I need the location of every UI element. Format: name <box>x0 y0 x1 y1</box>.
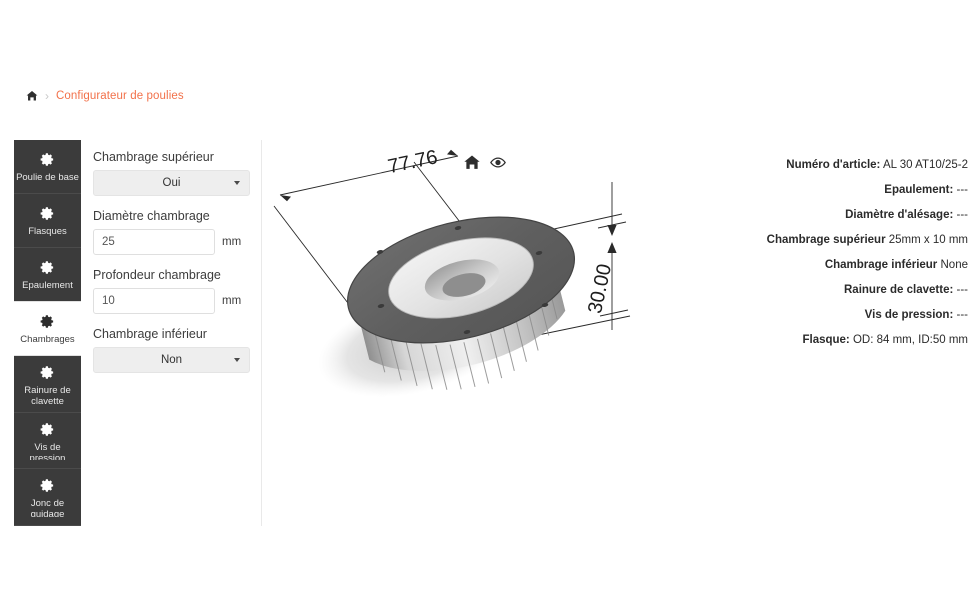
info-value: 25mm x 10 mm <box>888 234 968 246</box>
gear-icon <box>40 422 55 437</box>
sidebar-item-label: Epaulement <box>22 279 73 291</box>
gear-icon <box>40 365 55 380</box>
sidebar-item-label: Jonc de guidage <box>30 498 65 518</box>
field-label: Chambrage supérieur <box>93 150 214 164</box>
field-label: Chambrage inférieur <box>93 327 207 341</box>
diametre-chambrage-input[interactable] <box>93 229 215 255</box>
home-icon[interactable] <box>464 154 481 171</box>
chambrage-inferieur-select[interactable]: Non <box>93 347 250 373</box>
sidebar-item-label: Poulie de base <box>16 171 79 183</box>
configurator-app: Poulie de base Flasques Epaulement Chamb… <box>14 140 970 526</box>
sidebar: Poulie de base Flasques Epaulement Chamb… <box>14 140 81 526</box>
chambrage-superieur-select[interactable]: Oui <box>93 170 250 196</box>
profondeur-chambrage-input[interactable] <box>93 288 215 314</box>
sidebar-item-jonc-de-guidage[interactable]: Jonc de guidage <box>14 469 81 526</box>
select-value: Oui <box>162 177 181 189</box>
sidebar-item-flasques[interactable]: Flasques <box>14 194 81 248</box>
sidebar-item-vis-de-pression[interactable]: Vis de pression <box>14 412 81 470</box>
field-chambrage-inferieur: Chambrage inférieur Non <box>93 327 250 373</box>
info-label: Epaulement: <box>884 184 954 196</box>
sidebar-item-chambrages[interactable]: Chambrages <box>14 302 81 356</box>
sidebar-item-rainure-de-clavette[interactable]: Rainure de clavette <box>14 356 81 413</box>
info-line-numero-article: Numéro d'article: AL 30 AT10/25-2 <box>708 158 970 172</box>
info-label: Numéro d'article: <box>786 159 881 171</box>
eye-icon[interactable] <box>490 154 507 171</box>
field-label: Profondeur chambrage <box>93 268 221 282</box>
dimension-height-label: 30.00 <box>584 262 616 316</box>
info-line-vis-de-pression: Vis de pression: --- <box>708 308 970 322</box>
info-label: Flasque: <box>802 334 850 346</box>
info-value: AL 30 AT10/25-2 <box>882 159 968 171</box>
info-value: --- <box>956 209 969 221</box>
gear-icon <box>40 478 55 493</box>
info-value: --- <box>956 184 969 196</box>
info-line-rainure-de-clavette: Rainure de clavette: --- <box>708 283 970 297</box>
info-value: None <box>940 259 969 271</box>
info-line-chambrage-inferieur: Chambrage inférieur None <box>708 258 970 272</box>
select-value: Non <box>160 354 183 366</box>
info-value: OD: 84 mm, ID:50 mm <box>852 334 968 346</box>
breadcrumb: › Configurateur de poulies <box>26 90 184 102</box>
unit-label: mm <box>222 295 242 307</box>
model-viewer[interactable]: 77.76 30.00 <box>262 140 708 526</box>
gear-icon <box>40 206 55 221</box>
chevron-down-icon <box>234 358 240 362</box>
options-form-panel: Chambrage supérieur Oui Diamètre chambra… <box>81 140 262 526</box>
info-label: Vis de pression: <box>864 309 954 321</box>
field-diametre-chambrage: Diamètre chambrage mm <box>93 209 249 255</box>
info-value: --- <box>956 309 969 321</box>
field-chambrage-superieur: Chambrage supérieur Oui <box>93 150 250 196</box>
info-label: Chambrage supérieur <box>766 234 886 246</box>
field-profondeur-chambrage: Profondeur chambrage mm <box>93 268 249 314</box>
info-label: Diamètre d'alésage: <box>845 209 954 221</box>
field-label: Diamètre chambrage <box>93 209 210 223</box>
info-line-epaulement: Epaulement: --- <box>708 183 970 197</box>
info-line-diametre-alesage: Diamètre d'alésage: --- <box>708 208 970 222</box>
gear-icon <box>40 152 55 167</box>
info-label: Chambrage inférieur <box>824 259 938 271</box>
info-label: Rainure de clavette: <box>844 284 954 296</box>
pulley-model: 77.76 30.00 <box>273 146 631 398</box>
home-icon[interactable] <box>26 90 38 102</box>
sidebar-item-poulie-de-base[interactable]: Poulie de base <box>14 140 81 194</box>
unit-label: mm <box>222 236 242 248</box>
viewer-toolbar <box>464 154 507 171</box>
info-line-flasque: Flasque: OD: 84 mm, ID:50 mm <box>708 333 970 347</box>
gear-icon <box>40 260 55 275</box>
sidebar-item-epaulement[interactable]: Epaulement <box>14 248 81 302</box>
dimension-diameter-label: 77.76 <box>386 146 440 178</box>
sidebar-item-label: Chambrages <box>20 333 75 345</box>
summary-info-panel: Numéro d'article: AL 30 AT10/25-2 Epaule… <box>708 140 970 526</box>
info-line-chambrage-superieur: Chambrage supérieur 25mm x 10 mm <box>708 233 970 247</box>
page-root: › Configurateur de poulies Poulie de bas… <box>0 0 970 602</box>
gear-icon <box>40 314 55 329</box>
info-value: --- <box>956 284 969 296</box>
sidebar-item-label: Rainure de clavette <box>24 385 71 404</box>
chevron-down-icon <box>234 181 240 185</box>
breadcrumb-separator: › <box>45 89 49 103</box>
input-row: mm <box>93 229 249 255</box>
sidebar-item-label: Flasques <box>28 225 67 237</box>
sidebar-item-label: Vis de pression <box>29 441 66 461</box>
input-row: mm <box>93 288 249 314</box>
breadcrumb-link-configurateur[interactable]: Configurateur de poulies <box>56 90 184 102</box>
pulley-3d-scene[interactable]: 77.76 30.00 <box>262 140 708 526</box>
